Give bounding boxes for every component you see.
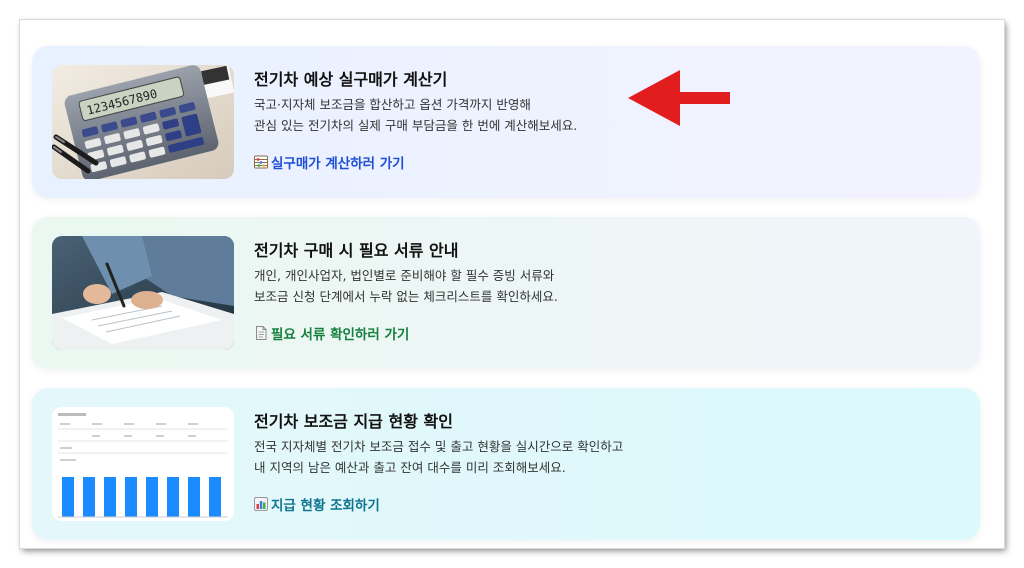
bar-chart-icon — [254, 497, 268, 511]
link-label: 지급 현황 조회하기 — [271, 498, 380, 514]
documents-thumbnail — [52, 236, 234, 350]
card-description-line: 관심 있는 전기차의 실제 구매 부담금을 한 번에 계산해보세요. — [254, 118, 578, 133]
card-subsidy-status: 전기차 보조금 지급 현황 확인 전국 지자체별 전기차 보조금 접수 및 출고… — [32, 388, 980, 540]
card-description-line: 전국 지자체별 전기차 보조금 접수 및 출고 현황을 실시간으로 확인하고 — [254, 439, 624, 454]
subsidy-status-thumbnail — [52, 407, 234, 521]
card-description-line: 보조금 신청 단계에서 누락 없는 체크리스트를 확인하세요. — [254, 289, 558, 304]
card-description: 개인, 개인사업자, 법인별로 준비해야 할 필수 증빙 서류와 보조금 신청 … — [254, 265, 558, 307]
red-arrow-annotation — [628, 70, 730, 126]
card-title: 전기차 예상 실구매가 계산기 — [254, 70, 448, 89]
card-description: 국고·지자체 보조금을 합산하고 옵션 가격까지 반영해 관심 있는 전기차의 … — [254, 94, 577, 136]
card-description-line: 개인, 개인사업자, 법인별로 준비해야 할 필수 증빙 서류와 — [254, 268, 555, 283]
card-price-calculator: 1234567890 전기차 예상 실구매가 계산기 국고·지자체 보조금을 합… — [32, 46, 980, 198]
card-title: 전기차 보조금 지급 현황 확인 — [254, 412, 453, 431]
abacus-icon — [254, 155, 268, 169]
document-icon — [254, 326, 268, 340]
card-description: 전국 지자체별 전기차 보조금 접수 및 출고 현황을 실시간으로 확인하고 내… — [254, 436, 623, 478]
link-label: 실구매가 계산하러 가기 — [271, 156, 405, 172]
screenshot-frame: 1234567890 전기차 예상 실구매가 계산기 국고·지자체 보조금을 합… — [20, 20, 1004, 548]
price-calculator-link[interactable]: 실구매가 계산하러 가기 — [254, 152, 405, 172]
card-required-documents: 전기차 구매 시 필요 서류 안내 개인, 개인사업자, 법인별로 준비해야 할… — [32, 217, 980, 369]
calculator-thumbnail: 1234567890 — [52, 65, 234, 179]
subsidy-status-link[interactable]: 지급 현황 조회하기 — [254, 494, 380, 514]
card-description-line: 내 지역의 남은 예산과 출고 잔여 대수를 미리 조회해보세요. — [254, 460, 566, 475]
required-documents-link[interactable]: 필요 서류 확인하러 가기 — [254, 323, 409, 343]
card-description-line: 국고·지자체 보조금을 합산하고 옵션 가격까지 반영해 — [254, 97, 531, 112]
card-title: 전기차 구매 시 필요 서류 안내 — [254, 241, 459, 260]
link-label: 필요 서류 확인하러 가기 — [271, 327, 410, 343]
